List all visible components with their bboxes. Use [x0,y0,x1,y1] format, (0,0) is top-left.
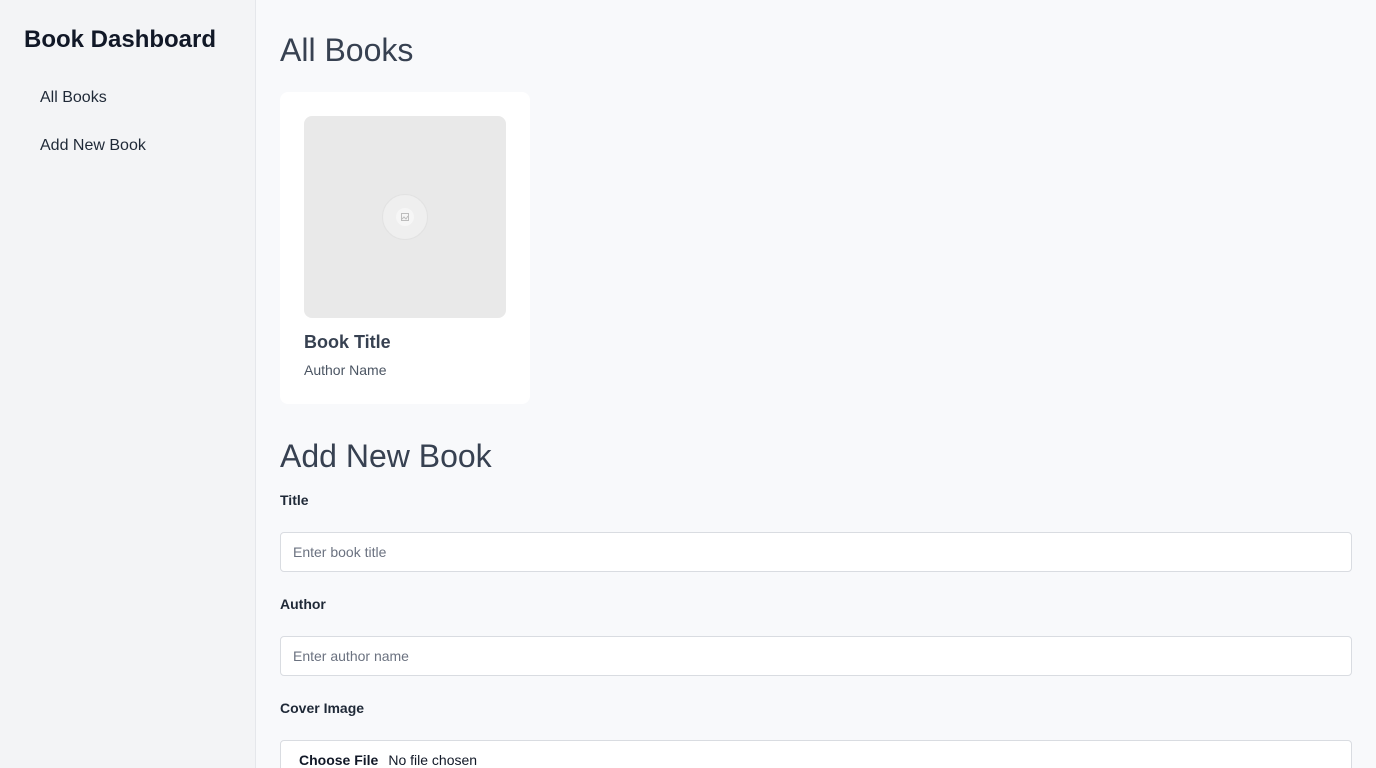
choose-file-button[interactable]: Choose File [299,752,378,768]
sidebar-item-all-books[interactable]: All Books [24,74,231,122]
book-author: Author Name [304,362,387,378]
title-input[interactable] [280,532,1352,572]
title-label: Title [280,492,309,508]
add-book-heading: Add New Book [280,438,492,474]
books-grid: Book Title Author Name [280,92,1352,404]
cover-image-file-input[interactable]: Choose File No file chosen [280,740,1352,768]
book-cover-placeholder [304,116,506,318]
file-status-text: No file chosen [388,752,478,768]
image-placeholder-icon [382,194,428,240]
cover-field-group: Cover Image Choose File No file chosen [280,698,1352,768]
author-input[interactable] [280,636,1352,676]
main-content: All Books Book Title Author Name Add New… [256,0,1376,768]
sidebar-title: Book Dashboard [24,26,217,53]
sidebar-item-add-new-book[interactable]: Add New Book [24,122,231,170]
author-field-group: Author [280,594,1352,676]
title-field-group: Title [280,490,1352,572]
broken-image-icon [401,213,409,221]
app-root: Book Dashboard All Books Add New Book Al… [0,0,1376,768]
book-card[interactable]: Book Title Author Name [280,92,530,404]
book-title: Book Title [304,332,391,352]
add-book-form: Add New Book Title Author Cover Image Ch… [280,434,1352,768]
author-label: Author [280,596,326,612]
cover-image-label: Cover Image [280,700,365,716]
sidebar: Book Dashboard All Books Add New Book [0,0,256,768]
all-books-heading: All Books [280,32,414,68]
